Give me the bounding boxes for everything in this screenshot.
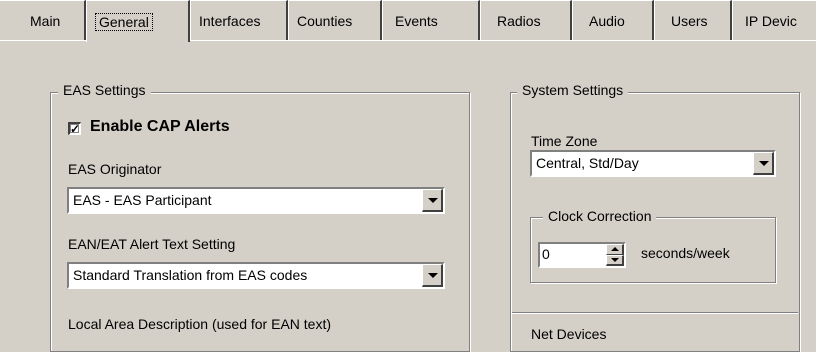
tab-ip-devices[interactable]: IP Devic xyxy=(732,0,816,40)
tab-audio-label: Audio xyxy=(589,12,625,29)
time-zone-dropdown-button[interactable] xyxy=(753,152,774,175)
arrow-up-icon xyxy=(611,247,619,251)
eas-settings-title: EAS Settings xyxy=(58,82,151,98)
tab-ip-devices-label: IP Devic xyxy=(745,12,797,29)
tab-events[interactable]: Events xyxy=(382,0,480,40)
tab-users[interactable]: Users xyxy=(654,0,732,40)
net-devices-title: Net Devices xyxy=(531,326,607,342)
clock-correction-title: Clock Correction xyxy=(543,208,657,224)
system-settings-title: System Settings xyxy=(517,82,629,98)
clock-correction-value: 0 xyxy=(542,246,550,262)
enable-cap-checkbox[interactable]: ✓ xyxy=(68,122,81,135)
tab-interfaces[interactable]: Interfaces xyxy=(190,0,288,40)
time-zone-value: Central, Std/Day xyxy=(536,155,639,171)
tab-counties-label: Counties xyxy=(297,12,353,29)
eas-originator-dropdown-button[interactable] xyxy=(422,189,443,212)
system-settings-divider xyxy=(512,312,798,314)
clock-correction-unit: seconds/week xyxy=(641,245,730,261)
chevron-down-icon xyxy=(759,161,769,166)
time-zone-label: Time Zone xyxy=(531,133,598,149)
alert-text-setting-label: EAN/EAT Alert Text Setting xyxy=(68,236,236,252)
tab-strip: Main General Interfaces Counties Events … xyxy=(0,0,816,42)
clock-correction-spinner[interactable]: 0 xyxy=(538,242,626,268)
alert-text-setting-value: Standard Translation from EAS codes xyxy=(73,267,308,283)
tab-radios-label: Radios xyxy=(497,12,541,29)
alert-text-setting-dropdown-button[interactable] xyxy=(422,264,443,287)
arrow-down-icon xyxy=(611,258,619,262)
spin-down-button[interactable] xyxy=(606,255,624,266)
spin-up-button[interactable] xyxy=(606,244,624,255)
tab-interfaces-label: Interfaces xyxy=(199,12,261,29)
eas-originator-label: EAS Originator xyxy=(68,161,162,177)
eas-originator-select[interactable]: EAS - EAS Participant xyxy=(67,187,445,214)
checkmark-icon: ✓ xyxy=(70,122,81,136)
tab-users-label: Users xyxy=(671,12,708,29)
tab-main-label: Main xyxy=(30,12,61,29)
tab-main[interactable]: Main xyxy=(0,0,86,40)
tab-radios[interactable]: Radios xyxy=(480,0,572,40)
alert-text-setting-select[interactable]: Standard Translation from EAS codes xyxy=(67,262,445,289)
local-area-description-label: Local Area Description (used for EAN tex… xyxy=(68,316,332,332)
tab-general-label: General xyxy=(95,12,153,31)
eas-originator-value: EAS - EAS Participant xyxy=(73,192,212,208)
tab-counties[interactable]: Counties xyxy=(288,0,382,40)
enable-cap-label[interactable]: Enable CAP Alerts xyxy=(90,118,230,136)
chevron-down-icon xyxy=(428,198,438,203)
time-zone-select[interactable]: Central, Std/Day xyxy=(530,150,776,177)
tab-general[interactable]: General xyxy=(86,0,190,42)
chevron-down-icon xyxy=(428,273,438,278)
tab-audio[interactable]: Audio xyxy=(572,0,654,40)
tab-events-label: Events xyxy=(395,12,438,29)
